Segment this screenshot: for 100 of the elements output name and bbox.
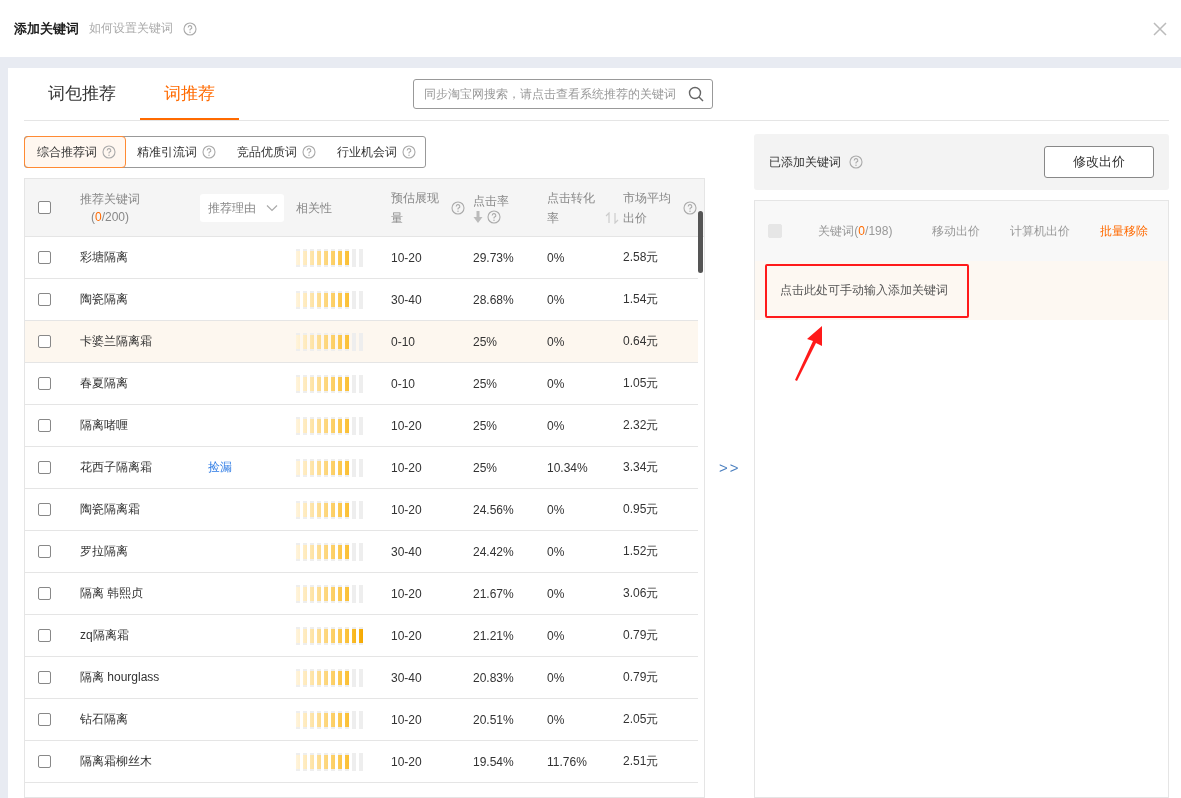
table-cell-text: 2.32元: [623, 417, 660, 434]
table-cell-text: 25%: [473, 376, 499, 391]
column-header: 推荐关键词: [80, 190, 140, 208]
table-cell-text: 21.67%: [473, 586, 515, 601]
column-header: 关键词(: [818, 223, 859, 238]
table-cell-text: 10-20: [391, 628, 423, 643]
checkbox[interactable]: [38, 201, 51, 214]
panel-title: 已添加关键词: [769, 153, 842, 171]
table-cell-text: 30-40: [391, 670, 423, 685]
help-icon[interactable]: [402, 145, 416, 159]
reason-dropdown[interactable]: 推荐理由: [200, 193, 284, 222]
table-cell-text: 10-20: [391, 586, 423, 601]
checkbox[interactable]: [38, 587, 51, 600]
table-cell-text: 25%: [473, 334, 499, 349]
table-cell-text: 0%: [547, 586, 566, 601]
table-cell-text: 0%: [547, 670, 566, 685]
table-cell-text: 21.21%: [473, 628, 515, 643]
help-icon[interactable]: [683, 200, 697, 215]
table-cell-text: 0%: [547, 502, 566, 517]
checkbox[interactable]: [38, 503, 51, 516]
edit-bid-button[interactable]: 修改出价: [1044, 146, 1154, 178]
column-header: 点击率: [473, 192, 509, 210]
table-cell-text: 0%: [547, 712, 566, 727]
table-cell-text: 0%: [547, 376, 566, 391]
checkbox[interactable]: [38, 461, 51, 474]
table-cell-text: 10-20: [391, 460, 423, 475]
table-cell-text: 10-20: [391, 712, 423, 727]
table-cell-text: 0%: [547, 544, 566, 559]
checkbox[interactable]: [38, 419, 51, 432]
keyword-cell-text: 花西子隔离霜: [80, 459, 153, 476]
table-cell-text: 29.73%: [473, 250, 515, 265]
table-cell-text: 10.34%: [547, 460, 589, 475]
help-icon[interactable]: [487, 209, 501, 224]
table-cell-text: 0-10: [391, 334, 417, 349]
table-cell-text: 10-20: [391, 418, 423, 433]
column-header: 相关性: [296, 199, 332, 217]
checkbox[interactable]: [38, 713, 51, 726]
table-row[interactable]: 卡婆兰隔离霜 0-10 25% 0% 0.64元: [25, 321, 699, 363]
table-cell-text: 0%: [547, 292, 566, 307]
table-cell-text: 0.64元: [623, 333, 660, 350]
table-cell-text: 25%: [473, 460, 499, 475]
table-cell-text: 10-20: [391, 250, 423, 265]
chevron-down-icon: [266, 203, 278, 212]
help-icon[interactable]: [849, 155, 864, 169]
table-cell-text: 19.54%: [473, 754, 515, 769]
keyword-cell-text: 隔离 hourglass: [80, 669, 161, 686]
count-text: 0: [94, 209, 102, 224]
table-cell-text: 0%: [547, 250, 566, 265]
manual-entry-link[interactable]: 点击此处可手动输入添加关键词: [780, 282, 949, 299]
filter-tab[interactable]: 精准引流词: [125, 137, 225, 167]
help-icon[interactable]: [183, 21, 197, 36]
column-header: 预估展现量: [391, 189, 440, 227]
table-cell-text: 1.52元: [623, 543, 660, 560]
checkbox[interactable]: [38, 293, 51, 306]
table-cell-text: 2.58元: [623, 249, 660, 266]
help-icon[interactable]: [302, 145, 316, 159]
help-icon[interactable]: [102, 145, 116, 159]
search-field[interactable]: 同步淘宝网搜索，请点击查看系统推荐的关键词: [413, 79, 713, 109]
search-icon[interactable]: [688, 86, 704, 102]
help-icon[interactable]: [451, 200, 465, 215]
table-cell-text: 11.76%: [547, 754, 588, 769]
filter-tab[interactable]: 综合推荐词: [25, 137, 125, 167]
column-header: 移动出价: [932, 222, 982, 240]
checkbox[interactable]: [38, 545, 51, 558]
table-cell-text: 0%: [547, 334, 566, 349]
checkbox[interactable]: [38, 377, 51, 390]
checkbox[interactable]: [38, 755, 51, 768]
count-text: /200): [101, 209, 129, 224]
filter-tab[interactable]: 竞品优质词: [225, 137, 325, 167]
table-cell-text: 2.05元: [623, 711, 660, 728]
table-cell-text: 1.54元: [623, 291, 660, 308]
checkbox[interactable]: [38, 335, 51, 348]
table-cell-text: 1.05元: [623, 375, 660, 392]
table-cell-text: 10-20: [391, 754, 423, 769]
table-cell-text: 3.06元: [623, 585, 660, 602]
table-cell-text: 24.42%: [473, 544, 515, 559]
filter-tab[interactable]: 行业机会词: [325, 137, 425, 167]
column-header: 0: [858, 223, 866, 238]
scrollbar[interactable]: [698, 211, 704, 273]
reason-link[interactable]: 捡漏: [208, 460, 232, 474]
transfer-button[interactable]: >>: [719, 458, 741, 476]
column-header: 点击转化率: [547, 189, 596, 227]
checkbox[interactable]: [38, 251, 51, 264]
table-cell-text: 24.56%: [473, 502, 515, 517]
checkbox[interactable]: [38, 629, 51, 642]
help-icon[interactable]: [202, 145, 216, 159]
table-cell-text: 20.83%: [473, 670, 515, 685]
table-cell-text: 30-40: [391, 544, 423, 559]
tab[interactable]: 词包推荐: [24, 68, 140, 120]
keyword-cell-text: 陶瓷隔离: [80, 291, 129, 308]
keyword-cell-text: 卡婆兰隔离霜: [80, 333, 153, 350]
table-cell-text: 30-40: [391, 292, 423, 307]
column-header: 市场平均出价: [623, 189, 672, 227]
table-cell-text: 25%: [473, 418, 499, 433]
keyword-cell-text: 陶瓷隔离霜: [80, 501, 141, 518]
keyword-cell-text: 春夏隔离: [80, 375, 129, 392]
count-text: (: [90, 209, 95, 224]
keyword-cell-text: 钻石隔离: [80, 711, 129, 728]
checkbox[interactable]: [38, 671, 51, 684]
close-icon[interactable]: [1153, 21, 1167, 36]
